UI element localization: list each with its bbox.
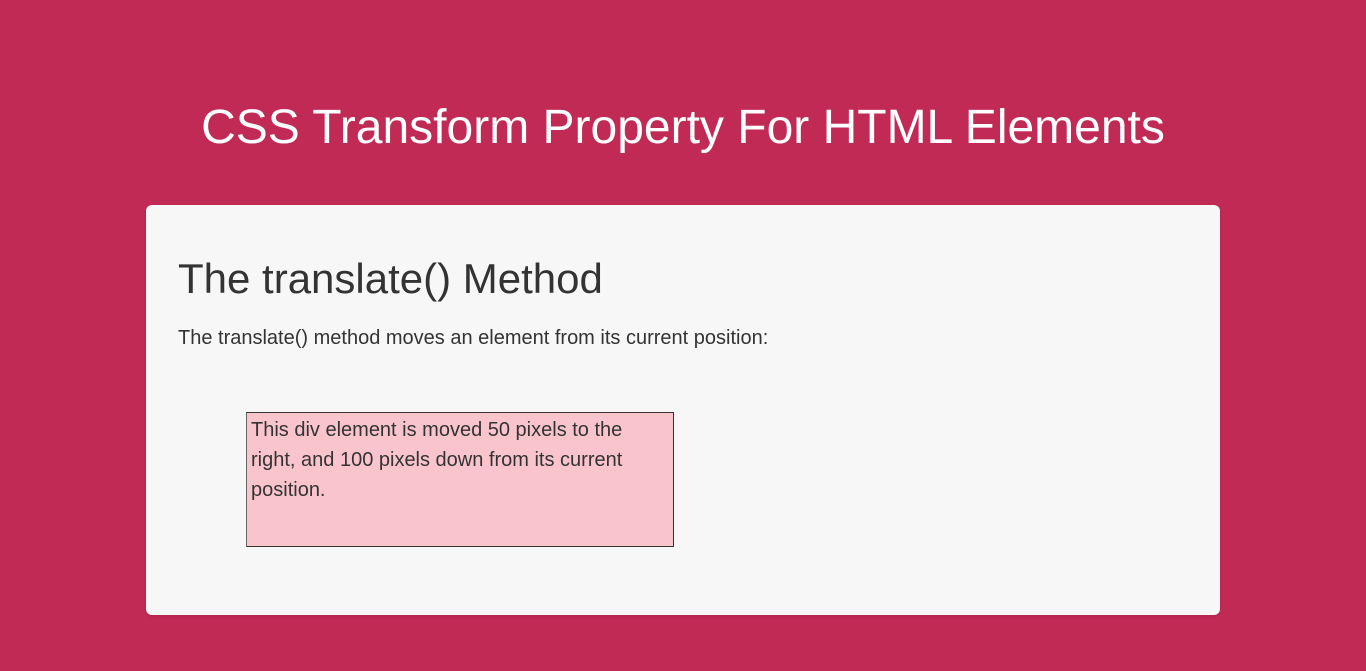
content-card: The translate() Method The translate() m… [146,205,1220,615]
section-heading: The translate() Method [178,255,1188,303]
page-title: CSS Transform Property For HTML Elements [0,0,1366,205]
section-description: The translate() method moves an element … [178,327,1188,350]
translate-demo-box: This div element is moved 50 pixels to t… [246,412,674,547]
